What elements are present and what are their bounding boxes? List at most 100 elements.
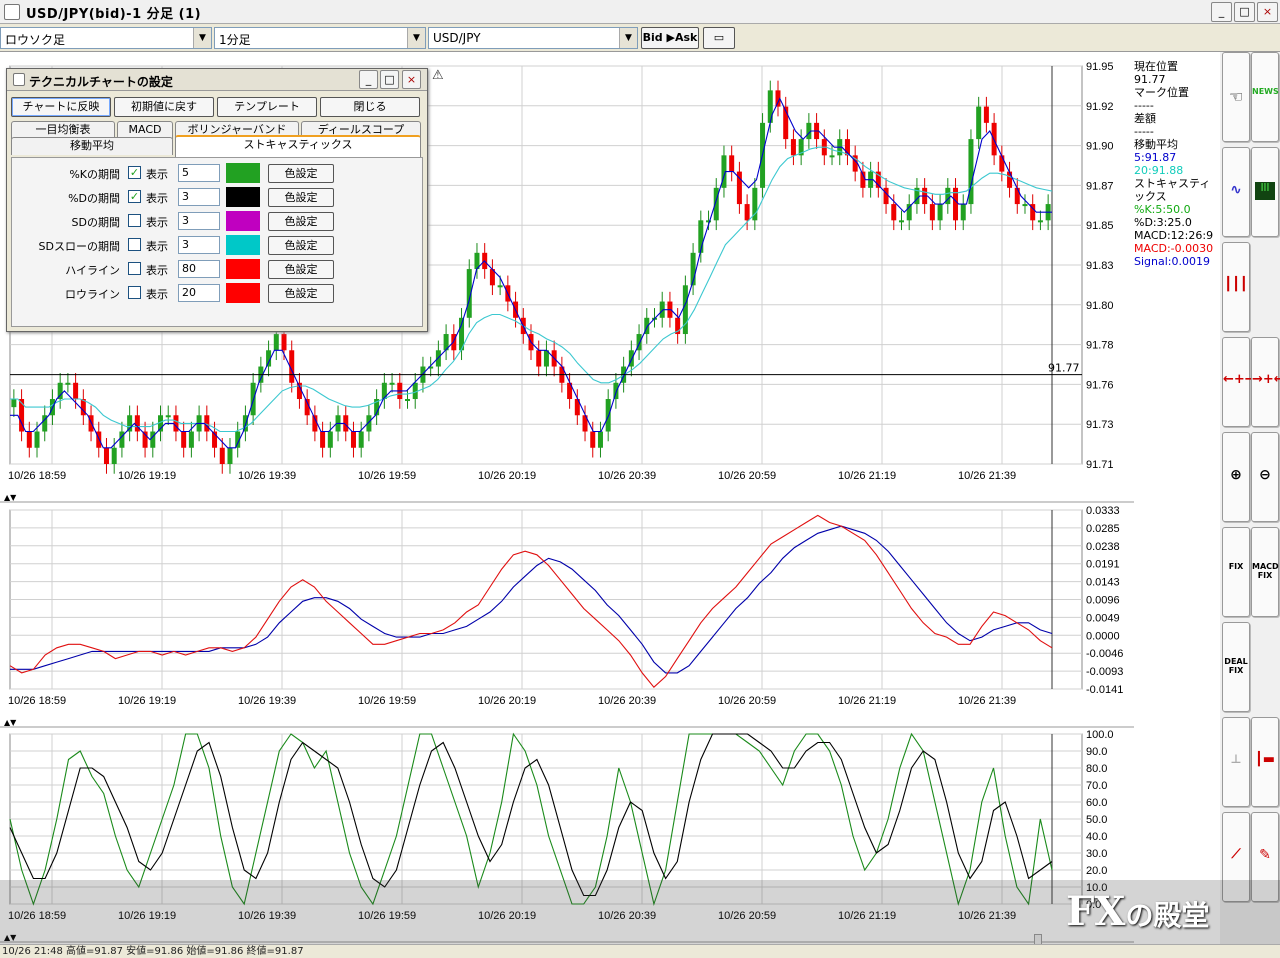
macd-label: MACD:12:26:9 <box>1134 229 1214 242</box>
expand-button[interactable]: ←+→ <box>1222 337 1256 427</box>
close-button[interactable]: × <box>1257 2 1278 22</box>
disabled-tool-button[interactable]: ⊥ <box>1222 717 1250 807</box>
color-swatch <box>226 235 260 255</box>
news-button[interactable]: NEWS <box>1251 52 1279 142</box>
show-label: 表示 <box>146 168 168 181</box>
hand-tool-button[interactable]: ☜ <box>1222 52 1250 142</box>
print-button[interactable]: ▭ <box>703 27 735 49</box>
color-setting-button[interactable]: 色設定 <box>268 236 334 255</box>
template-button[interactable]: テンプレート <box>217 97 317 117</box>
stoch-param-row: %Dの期間 ✓ 表示 3 色設定 <box>12 186 422 208</box>
splitter-arrows-icon: ▲▼ <box>4 493 17 502</box>
period-input[interactable]: 3 <box>178 188 220 206</box>
candle-body <box>1022 204 1028 207</box>
close-dialog-button[interactable]: 閉じる <box>320 97 420 117</box>
hand-icon: ☜ <box>1228 87 1244 106</box>
x-tick-label: 10/26 19:59 <box>358 695 416 707</box>
deal-fix-button[interactable]: DEAL FIX <box>1222 622 1250 712</box>
color-setting-button[interactable]: 色設定 <box>268 284 334 303</box>
ma20-value: 20:91.88 <box>1134 164 1184 177</box>
title-bar: USD/JPY(bid)-1 分足 (1) _ □ × <box>0 0 1280 24</box>
y-tick-label: 0.0143 <box>1086 577 1120 589</box>
technical-settings-dialog: テクニカルチャートの設定 _ □ × チャートに反映 初期値に戻す テンプレート… <box>6 68 428 332</box>
show-checkbox[interactable] <box>128 262 141 275</box>
ma5-value: 5:91.87 <box>1134 151 1177 164</box>
timeframe-select[interactable]: 1分足 ▼ <box>214 27 426 49</box>
chevron-down-icon[interactable]: ▼ <box>193 28 211 48</box>
y-tick-label: 0.0049 <box>1086 612 1120 624</box>
x-tick-label: 10/26 19:19 <box>118 470 176 482</box>
candle-body <box>829 155 835 158</box>
reset-defaults-button[interactable]: 初期値に戻す <box>114 97 214 117</box>
pair-select[interactable]: USD/JPY ▼ <box>428 27 638 49</box>
color-setting-button[interactable]: 色設定 <box>268 212 334 231</box>
bid-ask-button[interactable]: Bid ▶Ask <box>641 27 699 49</box>
candle-body <box>1007 171 1013 188</box>
zoom-out-button[interactable]: ⊖ <box>1251 432 1279 522</box>
candle-body <box>150 431 156 448</box>
pen-icon: ✎ <box>1259 847 1271 863</box>
period-input[interactable]: 3 <box>178 236 220 254</box>
java-icon <box>13 73 25 86</box>
macd-fix-button[interactable]: MACD FIX <box>1251 527 1279 617</box>
dialog-title: テクニカルチャートの設定 <box>29 75 173 89</box>
chevron-down-icon[interactable]: ▼ <box>619 28 637 48</box>
dialog-close-button[interactable]: × <box>402 70 421 89</box>
window-title: USD/JPY(bid)-1 分足 (1) <box>26 7 202 22</box>
chart-type-select[interactable]: ロウソク足 ▼ <box>0 27 212 49</box>
x-tick-label: 10/26 20:39 <box>598 695 656 707</box>
x-tick-label: 10/26 19:59 <box>358 470 416 482</box>
tab-stochastics[interactable]: ストキャスティックス <box>175 135 421 157</box>
candle-body <box>11 399 17 408</box>
minimize-button[interactable]: _ <box>1211 2 1232 22</box>
candle-body <box>883 187 889 205</box>
show-checkbox[interactable]: ✓ <box>128 190 141 203</box>
java-icon <box>4 4 20 20</box>
color-setting-button[interactable]: 色設定 <box>268 188 334 207</box>
show-checkbox[interactable] <box>128 286 141 299</box>
y-tick-label: 91.90 <box>1086 141 1114 153</box>
chevron-down-icon[interactable]: ▼ <box>407 28 425 48</box>
color-setting-button[interactable]: 色設定 <box>268 164 334 183</box>
param-label: SDスローの期間 <box>38 240 120 253</box>
mark-pos-label: マーク位置 <box>1134 86 1189 99</box>
show-checkbox[interactable] <box>128 214 141 227</box>
dialog-title-bar: テクニカルチャートの設定 _ □ × <box>7 69 427 91</box>
dialog-minimize-button[interactable]: _ <box>359 70 378 89</box>
period-input[interactable]: 20 <box>178 284 220 302</box>
period-input[interactable]: 80 <box>178 260 220 278</box>
show-checkbox[interactable]: ✓ <box>128 166 141 179</box>
candle-body <box>219 447 225 464</box>
current-price-label: 91.77 <box>1048 362 1080 375</box>
wave-icon: ∿ <box>1230 182 1242 198</box>
watermark-logo: FXの殿堂 <box>1066 888 1210 935</box>
candle-body <box>976 106 982 140</box>
zoom-in-button[interactable]: ⊕ <box>1222 432 1250 522</box>
bar-red-icon: ┃▬ <box>1254 752 1276 767</box>
timeframe-value: 1分足 <box>219 33 251 47</box>
bar-red-button[interactable]: ┃▬ <box>1251 717 1279 807</box>
color-setting-button[interactable]: 色設定 <box>268 260 334 279</box>
fix-button[interactable]: FIX <box>1222 527 1250 617</box>
period-input[interactable]: 3 <box>178 212 220 230</box>
wave-button[interactable]: ∿ <box>1222 147 1250 237</box>
candle-button[interactable]: ┃┃┃ <box>1222 242 1250 332</box>
apply-to-chart-button[interactable]: チャートに反映 <box>11 97 111 117</box>
param-label: ロウライン <box>65 288 120 301</box>
shrink-button[interactable]: →+← <box>1251 337 1280 427</box>
x-tick-label: 10/26 19:19 <box>118 695 176 707</box>
maximize-button[interactable]: □ <box>1234 2 1255 22</box>
dialog-maximize-button[interactable]: □ <box>380 70 399 89</box>
period-input[interactable]: 5 <box>178 164 220 182</box>
tab-moving-average[interactable]: 移動平均 <box>11 137 173 155</box>
x-tick-label: 10/26 20:59 <box>718 470 776 482</box>
show-checkbox[interactable] <box>128 238 141 251</box>
indicator-button[interactable]: ||| <box>1251 147 1279 237</box>
current-pos-label: 現在位置 <box>1134 60 1178 73</box>
y-tick-label: 0.0000 <box>1086 630 1120 642</box>
y-tick-label: -0.0093 <box>1086 666 1123 678</box>
y-tick-label: 100.0 <box>1086 729 1114 741</box>
x-tick-label: 10/26 21:19 <box>838 470 896 482</box>
x-tick-label: 10/26 18:59 <box>8 470 66 482</box>
y-tick-label: 91.85 <box>1086 220 1114 232</box>
